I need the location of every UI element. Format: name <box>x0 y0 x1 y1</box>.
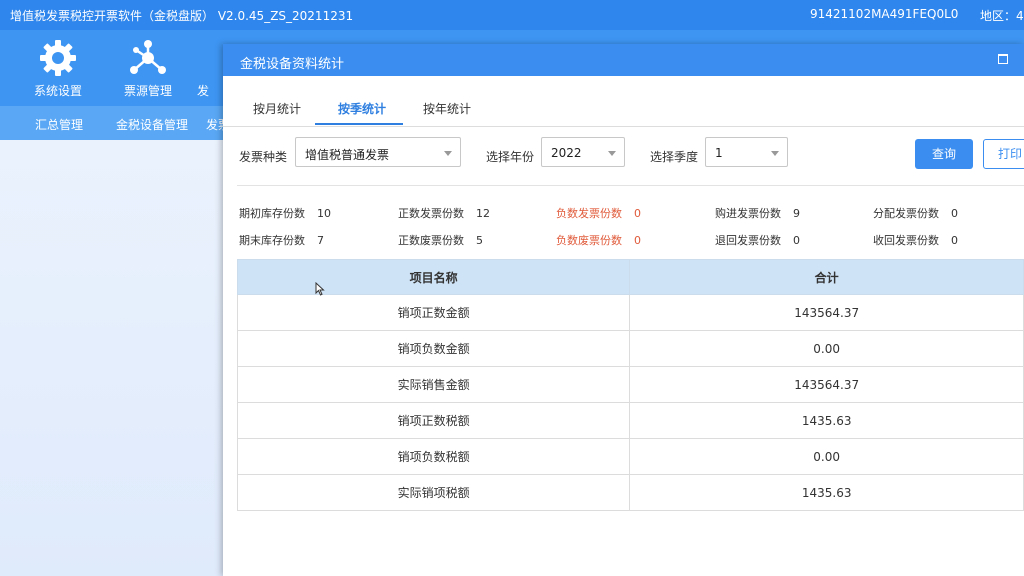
stat-recovered-invoices: 收回发票份数 0 <box>873 234 958 247</box>
quarter-label: 选择季度 <box>650 150 699 164</box>
query-button[interactable]: 查询 <box>915 139 973 169</box>
table-row[interactable]: 销项正数金额 143564.37 <box>236 294 1024 331</box>
stat-allocated-invoices: 分配发票份数 0 <box>873 207 958 220</box>
tab-yearly[interactable]: 按年统计 <box>423 100 471 117</box>
table-row[interactable]: 销项负数金额 0.00 <box>236 330 1024 367</box>
cell-total: 1435.63 <box>629 402 1024 439</box>
toolbar-ticket-source[interactable]: 票源管理 <box>108 36 188 99</box>
subnav-device-management[interactable]: 金税设备管理 <box>116 116 188 133</box>
quarter-select[interactable]: 1 <box>705 137 788 167</box>
year-select[interactable]: 2022 <box>541 137 625 167</box>
cell-item-name: 销项负数税额 <box>236 438 631 475</box>
cell-item-name: 实际销售金额 <box>236 366 631 403</box>
chevron-down-icon <box>771 151 779 156</box>
table-header-row: 项目名称 合计 <box>236 259 1024 295</box>
tab-quarterly[interactable]: 按季统计 <box>338 100 386 117</box>
chevron-down-icon <box>444 151 452 156</box>
invoice-icon <box>181 36 225 80</box>
stat-purchased-invoices: 购进发票份数 9 <box>715 207 800 220</box>
left-pane <box>0 140 224 576</box>
toolbar-item-label: 系统设置 <box>33 84 82 98</box>
stat-closing-stock: 期末库存份数 7 <box>239 234 324 247</box>
cell-total: 0.00 <box>629 438 1024 475</box>
table-row[interactable]: 销项正数税额 1435.63 <box>236 402 1024 439</box>
stat-positive-invoices: 正数发票份数 12 <box>398 207 490 220</box>
cell-item-name: 实际销项税额 <box>236 474 631 511</box>
toolbar-item-label: 发 <box>196 84 209 98</box>
cell-total: 143564.37 <box>629 366 1024 403</box>
table-row[interactable]: 实际销售金额 143564.37 <box>236 366 1024 403</box>
divider <box>237 185 1024 186</box>
table-row[interactable]: 销项负数税额 0.00 <box>236 438 1024 475</box>
summary-table: 项目名称 合计 销项正数金额 143564.37 销项负数金额 0.00 实际销… <box>236 259 1024 511</box>
dialog-header: 金税设备资料统计 <box>223 44 1024 76</box>
print-button[interactable]: 打印 <box>983 139 1024 169</box>
subnav-summary[interactable]: 汇总管理 <box>35 116 83 133</box>
restore-icon[interactable] <box>998 54 1008 64</box>
cell-total: 143564.37 <box>629 294 1024 331</box>
cell-total: 1435.63 <box>629 474 1024 511</box>
network-icon <box>126 36 170 80</box>
invoice-type-label: 发票种类 <box>239 150 288 164</box>
region-label: 地区：42 <box>980 9 1024 23</box>
cell-item-name: 销项正数税额 <box>236 402 631 439</box>
table-row[interactable]: 实际销项税额 1435.63 <box>236 474 1024 511</box>
year-label: 选择年份 <box>486 150 535 164</box>
toolbar-invoice[interactable]: 发 <box>178 36 228 99</box>
stat-returned-invoices: 退回发票份数 0 <box>715 234 800 247</box>
gear-icon <box>36 36 80 80</box>
stat-opening-stock: 期初库存份数 10 <box>239 207 331 220</box>
toolbar-item-label: 票源管理 <box>123 84 172 98</box>
column-header-item-name[interactable]: 项目名称 <box>236 259 631 295</box>
device-stats-dialog: 金税设备资料统计 按月统计 按季统计 按年统计 发票种类 增值税普通发票 选择年… <box>223 44 1024 576</box>
active-tab-indicator <box>315 123 403 125</box>
stat-negative-void: 负数废票份数 0 <box>556 234 641 247</box>
chevron-down-icon <box>608 151 616 156</box>
toolbar-system-settings[interactable]: 系统设置 <box>18 36 98 99</box>
app-title: 增值税发票税控开票软件（金税盘版） V2.0.45_ZS_20211231 <box>10 9 354 23</box>
stat-positive-void: 正数废票份数 5 <box>398 234 483 247</box>
cell-item-name: 销项正数金额 <box>236 294 631 331</box>
dialog-title: 金税设备资料统计 <box>240 57 345 72</box>
column-header-total[interactable]: 合计 <box>629 259 1024 295</box>
invoice-type-value: 增值税普通发票 <box>305 148 390 162</box>
tax-id: 91421102MA491FEQ0L0 <box>810 7 959 21</box>
stat-negative-invoices: 负数发票份数 0 <box>556 207 641 220</box>
app-titlebar: 增值税发票税控开票软件（金税盘版） V2.0.45_ZS_20211231 91… <box>0 0 1024 30</box>
year-value: 2022 <box>551 146 582 160</box>
cell-item-name: 销项负数金额 <box>236 330 631 367</box>
tab-monthly[interactable]: 按月统计 <box>253 100 301 117</box>
invoice-type-select[interactable]: 增值税普通发票 <box>295 137 461 167</box>
cell-total: 0.00 <box>629 330 1024 367</box>
mouse-cursor-icon <box>315 281 325 299</box>
tab-bar: 按月统计 按季统计 按年统计 <box>223 88 1024 127</box>
quarter-value: 1 <box>715 146 723 160</box>
